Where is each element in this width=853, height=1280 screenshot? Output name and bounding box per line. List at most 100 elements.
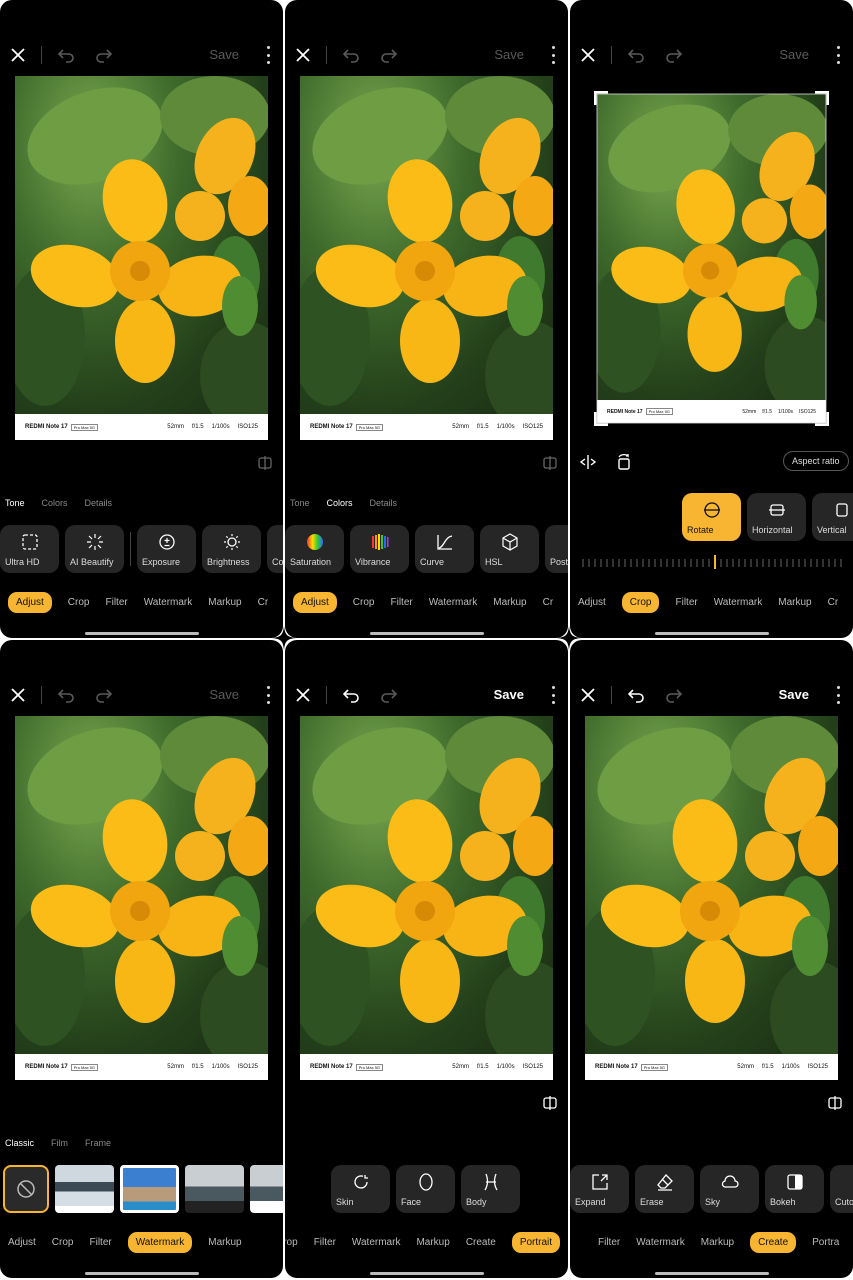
nav-filter[interactable]: Filter bbox=[314, 1237, 336, 1248]
flip-icon[interactable] bbox=[577, 451, 599, 473]
tool-posterize[interactable]: Post bbox=[545, 525, 568, 573]
tab-frame[interactable]: Frame bbox=[85, 1138, 111, 1148]
nav-crop[interactable]: Crop bbox=[52, 1237, 74, 1248]
close-icon[interactable] bbox=[7, 684, 29, 706]
nav-markup[interactable]: Markup bbox=[416, 1237, 449, 1248]
nav-crop[interactable]: Crop bbox=[621, 591, 660, 613]
undo-icon[interactable] bbox=[625, 44, 647, 66]
compare-icon[interactable] bbox=[543, 1095, 557, 1111]
undo-icon[interactable] bbox=[55, 44, 77, 66]
tool-ai-beautify[interactable]: AI Beautify bbox=[65, 525, 124, 573]
nav-filter[interactable]: Filter bbox=[89, 1237, 111, 1248]
redo-icon[interactable] bbox=[93, 44, 115, 66]
nav-watermark[interactable]: Watermark bbox=[714, 597, 763, 608]
tool-cutout[interactable]: Cuto bbox=[830, 1165, 853, 1213]
compare-icon[interactable] bbox=[828, 1095, 842, 1111]
close-icon[interactable] bbox=[292, 44, 314, 66]
save-button[interactable]: Save bbox=[779, 47, 809, 62]
nav-filter[interactable]: Filter bbox=[598, 1237, 620, 1248]
tool-rotate[interactable]: Rotate bbox=[682, 493, 741, 541]
tool-vertical[interactable]: Vertical bbox=[812, 493, 853, 541]
nav-markup[interactable]: Markup bbox=[208, 1237, 241, 1248]
close-icon[interactable] bbox=[577, 684, 599, 706]
redo-icon[interactable] bbox=[378, 684, 400, 706]
tab-details[interactable]: Details bbox=[370, 498, 398, 508]
tool-horizontal[interactable]: Horizontal bbox=[747, 493, 806, 541]
tool-body[interactable]: Body bbox=[461, 1165, 520, 1213]
tab-colors[interactable]: Colors bbox=[42, 498, 68, 508]
tab-colors[interactable]: Colors bbox=[327, 498, 353, 508]
tool-curve[interactable]: Curve bbox=[415, 525, 474, 573]
tool-sky[interactable]: Sky bbox=[700, 1165, 759, 1213]
nav-portrait[interactable]: Portrait bbox=[511, 1231, 561, 1253]
undo-icon[interactable] bbox=[340, 44, 362, 66]
save-button[interactable]: Save bbox=[494, 687, 524, 702]
compare-icon[interactable] bbox=[543, 455, 557, 471]
nav-watermark[interactable]: Watermark bbox=[429, 597, 478, 608]
tool-contrast[interactable]: Co bbox=[267, 525, 283, 573]
nav-markup[interactable]: Markup bbox=[778, 597, 811, 608]
nav-create[interactable]: Cr bbox=[828, 597, 839, 608]
preset-coast[interactable] bbox=[185, 1165, 244, 1213]
tab-film[interactable]: Film bbox=[51, 1138, 68, 1148]
save-button[interactable]: Save bbox=[779, 687, 809, 702]
nav-adjust[interactable]: Adjust bbox=[578, 597, 606, 608]
close-icon[interactable] bbox=[7, 44, 29, 66]
redo-icon[interactable] bbox=[378, 44, 400, 66]
tool-erase[interactable]: Erase bbox=[635, 1165, 694, 1213]
close-icon[interactable] bbox=[577, 44, 599, 66]
tool-ultra-hd[interactable]: Ultra HD bbox=[0, 525, 59, 573]
nav-markup[interactable]: Markup bbox=[208, 597, 241, 608]
redo-icon[interactable] bbox=[663, 44, 685, 66]
save-button[interactable]: Save bbox=[494, 47, 524, 62]
tool-brightness[interactable]: Brightness bbox=[202, 525, 261, 573]
redo-icon[interactable] bbox=[663, 684, 685, 706]
tool-vibrance[interactable]: Vibrance bbox=[350, 525, 409, 573]
nav-watermark[interactable]: Watermark bbox=[127, 1231, 193, 1253]
more-icon[interactable] bbox=[265, 686, 271, 704]
preset-sea[interactable] bbox=[250, 1165, 283, 1213]
nav-filter[interactable]: Filter bbox=[105, 597, 127, 608]
nav-markup[interactable]: Markup bbox=[701, 1237, 734, 1248]
nav-create[interactable]: Cr bbox=[258, 597, 269, 608]
close-icon[interactable] bbox=[292, 684, 314, 706]
more-icon[interactable] bbox=[550, 686, 556, 704]
redo-icon[interactable] bbox=[93, 684, 115, 706]
crop-frame[interactable] bbox=[594, 91, 829, 426]
nav-crop[interactable]: Crop bbox=[353, 597, 375, 608]
more-icon[interactable] bbox=[265, 46, 271, 64]
more-icon[interactable] bbox=[835, 46, 841, 64]
undo-icon[interactable] bbox=[340, 684, 362, 706]
more-icon[interactable] bbox=[835, 686, 841, 704]
tool-face[interactable]: Face bbox=[396, 1165, 455, 1213]
nav-adjust[interactable]: Adjust bbox=[8, 591, 52, 613]
nav-markup[interactable]: Markup bbox=[493, 597, 526, 608]
nav-crop[interactable]: Crop bbox=[285, 1237, 298, 1248]
tool-hsl[interactable]: HSL bbox=[480, 525, 539, 573]
nav-crop[interactable]: Crop bbox=[68, 597, 90, 608]
nav-watermark[interactable]: Watermark bbox=[636, 1237, 685, 1248]
preset-beach[interactable] bbox=[55, 1165, 114, 1213]
preset-car[interactable] bbox=[120, 1165, 179, 1213]
tab-details[interactable]: Details bbox=[85, 498, 113, 508]
undo-icon[interactable] bbox=[625, 684, 647, 706]
more-icon[interactable] bbox=[550, 46, 556, 64]
nav-create[interactable]: Create bbox=[466, 1237, 496, 1248]
tab-tone[interactable]: Tone bbox=[290, 498, 310, 508]
save-button[interactable]: Save bbox=[209, 47, 239, 62]
nav-portrait[interactable]: Portra bbox=[812, 1237, 839, 1248]
nav-filter[interactable]: Filter bbox=[675, 597, 697, 608]
nav-watermark[interactable]: Watermark bbox=[144, 597, 193, 608]
angle-slider[interactable] bbox=[580, 555, 845, 571]
undo-icon[interactable] bbox=[55, 684, 77, 706]
tool-skin[interactable]: Skin bbox=[331, 1165, 390, 1213]
tool-bokeh[interactable]: Bokeh bbox=[765, 1165, 824, 1213]
tab-classic[interactable]: Classic bbox=[5, 1138, 34, 1148]
nav-watermark[interactable]: Watermark bbox=[352, 1237, 401, 1248]
compare-icon[interactable] bbox=[258, 455, 272, 471]
rotate-icon[interactable] bbox=[613, 451, 635, 473]
nav-create[interactable]: Cr bbox=[543, 597, 554, 608]
nav-adjust[interactable]: Adjust bbox=[8, 1237, 36, 1248]
aspect-ratio-button[interactable]: Aspect ratio bbox=[783, 451, 849, 471]
preset-none[interactable] bbox=[3, 1165, 49, 1213]
